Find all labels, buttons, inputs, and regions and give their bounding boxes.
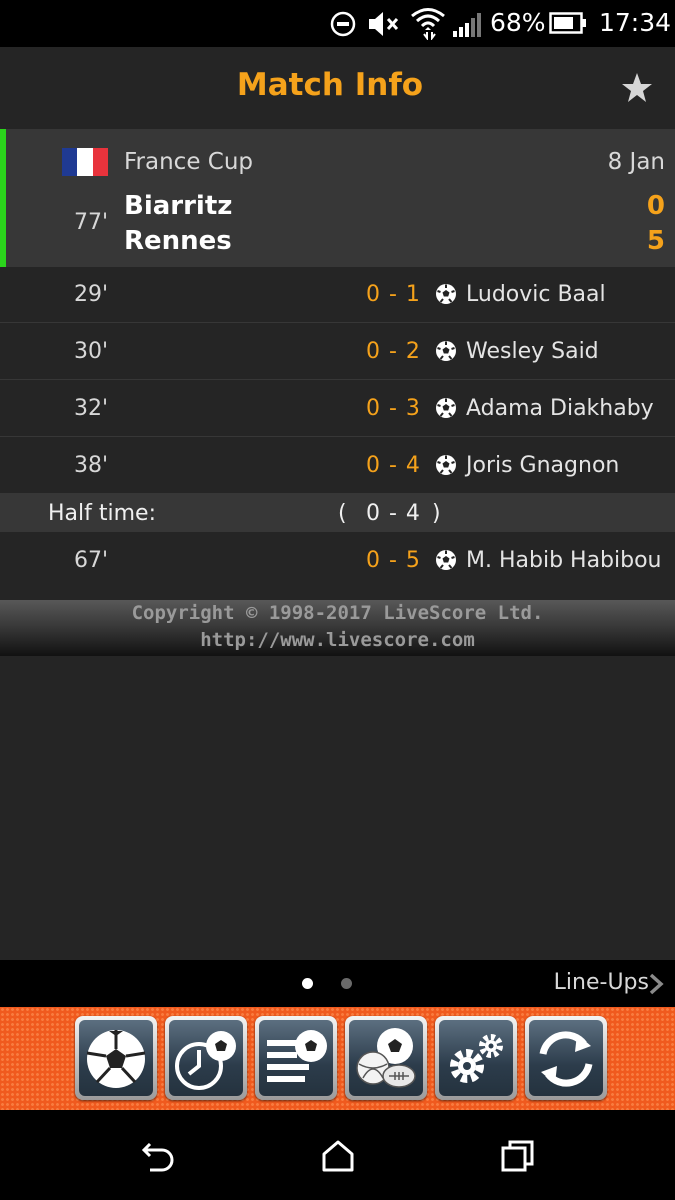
soccer-ball-icon: [436, 455, 456, 475]
event-score: 0 - 3: [366, 396, 421, 421]
goal-event-row: 38' 0 - 4 Joris Gnagnon: [0, 438, 675, 494]
live-clock-icon: [175, 1031, 236, 1090]
away-team: Rennes: [124, 226, 232, 256]
page-indicator-inactive: [341, 978, 352, 989]
event-minute: 30': [74, 339, 109, 364]
goal-event-row: 30' 0 - 2 Wesley Said: [0, 324, 675, 380]
match-minute: 77': [74, 210, 109, 235]
fixtures-list-icon: [267, 1030, 327, 1082]
battery-percent: 68%: [490, 8, 546, 37]
event-score: 0 - 4: [366, 453, 421, 478]
event-player: Wesley Said: [466, 339, 599, 364]
do-not-disturb-icon: [330, 11, 356, 37]
event-player: Joris Gnagnon: [466, 453, 620, 478]
soccer-ball-icon: [436, 398, 456, 418]
clock-time: 17:34: [599, 8, 672, 37]
multi-sports-icon: [356, 1028, 416, 1088]
event-minute: 38': [74, 453, 109, 478]
live-status-bar: [0, 129, 6, 267]
battery-icon: [549, 12, 586, 34]
soccer-ball-icon: [86, 1030, 146, 1088]
event-player: Ludovic Baal: [466, 282, 606, 307]
soccer-ball-icon: [436, 341, 456, 361]
home-icon[interactable]: [320, 1138, 356, 1174]
live-matches-button[interactable]: [165, 1016, 247, 1100]
half-time-paren-close: ): [432, 501, 441, 526]
goal-event-row: 67' 0 - 5 M. Habib Habibou: [0, 533, 675, 589]
soccer-ball-icon: [436, 550, 456, 570]
app-header: Match Info: [0, 47, 675, 129]
half-time-score: 0 - 4: [366, 501, 421, 526]
chevron-right-icon[interactable]: [648, 973, 664, 995]
event-minute: 32': [74, 396, 109, 421]
system-nav-bar: [0, 1110, 675, 1200]
favorite-star-icon[interactable]: [620, 71, 654, 105]
page-title: Match Info: [236, 67, 424, 103]
other-sports-button[interactable]: [345, 1016, 427, 1100]
back-icon[interactable]: [140, 1138, 176, 1174]
settings-button[interactable]: [435, 1016, 517, 1100]
settings-gears-icon: [450, 1034, 503, 1083]
line-ups-link[interactable]: Line-Ups: [554, 970, 649, 995]
copyright-banner: Copyright © 1998-2017 LiveScore Ltd. htt…: [0, 600, 675, 656]
refresh-icon: [539, 1031, 593, 1087]
home-score: 0: [646, 191, 665, 221]
copyright-text: Copyright © 1998-2017 LiveScore Ltd.: [131, 602, 544, 624]
event-score: 0 - 2: [366, 339, 421, 364]
recent-apps-icon[interactable]: [500, 1138, 536, 1174]
screen: 68% 17:34 Match Info France Cup 8 Jan 77…: [0, 0, 675, 1200]
soccer-scores-button[interactable]: [75, 1016, 157, 1100]
fixtures-button[interactable]: [255, 1016, 337, 1100]
event-score: 0 - 5: [366, 548, 421, 573]
page-indicator-active: [302, 978, 313, 989]
event-player: M. Habib Habibou: [466, 548, 662, 573]
event-minute: 67': [74, 548, 109, 573]
refresh-button[interactable]: [525, 1016, 607, 1100]
match-date: 8 Jan: [607, 149, 665, 175]
event-player: Adama Diakhaby: [466, 396, 654, 421]
soccer-ball-icon: [436, 284, 456, 304]
website-link[interactable]: http://www.livescore.com: [0, 627, 675, 654]
goal-event-row: 32' 0 - 3 Adama Diakhaby: [0, 381, 675, 437]
volume-mute-icon: [369, 12, 399, 36]
half-time-label: Half time:: [48, 501, 156, 526]
half-time-row: Half time: ( 0 - 4 ): [0, 494, 675, 532]
france-flag-icon: [62, 148, 108, 176]
competition-name: France Cup: [124, 149, 254, 175]
away-score: 5: [646, 226, 665, 256]
event-score: 0 - 1: [366, 282, 421, 307]
status-bar: 68% 17:34: [0, 0, 675, 47]
half-time-paren-open: (: [338, 501, 347, 526]
goal-event-row: 29' 0 - 1 Ludovic Baal: [0, 267, 675, 323]
home-team: Biarritz: [124, 191, 233, 221]
cell-signal-icon: [453, 13, 481, 37]
event-minute: 29': [74, 282, 109, 307]
wifi-icon: [411, 8, 445, 40]
match-summary: France Cup 8 Jan 77' Biarritz Rennes 0 5: [0, 129, 675, 267]
